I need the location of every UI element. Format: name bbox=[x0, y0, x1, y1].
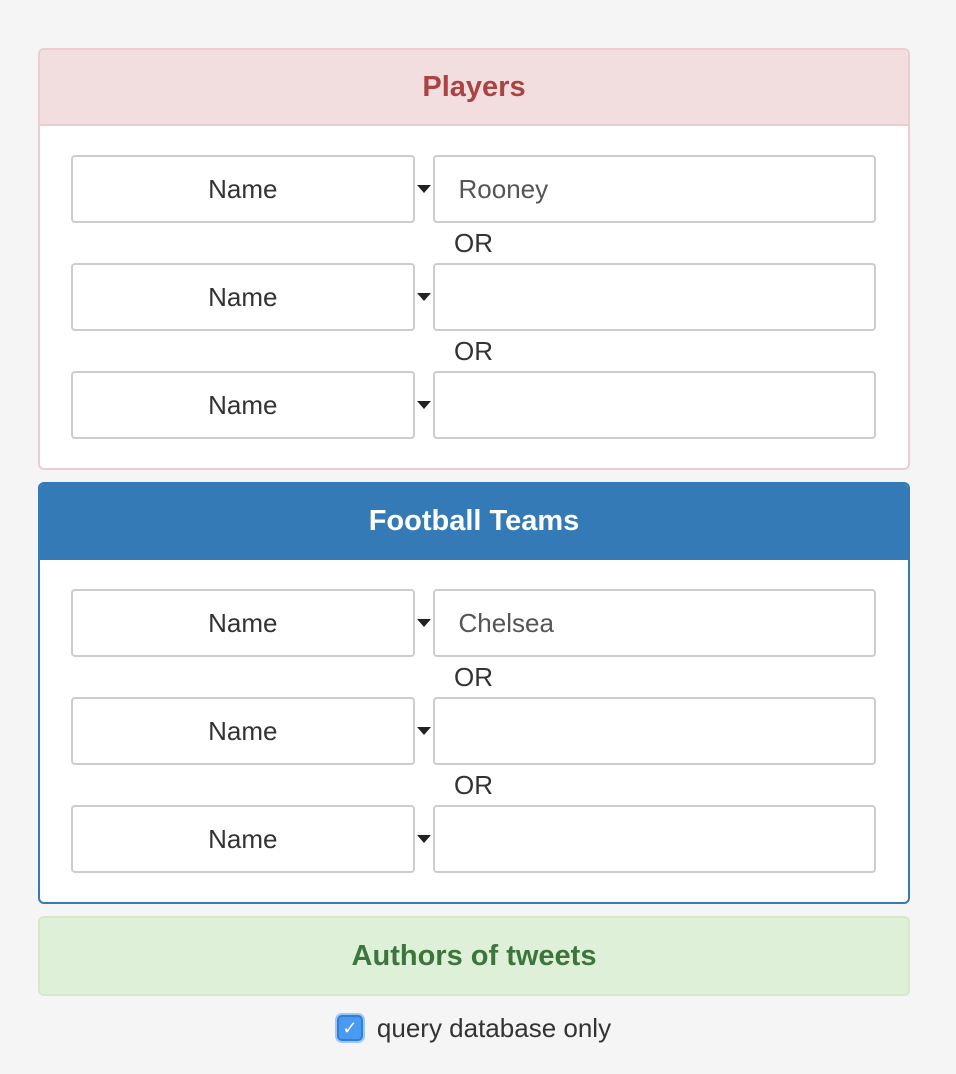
field-select-label: Name bbox=[208, 173, 278, 204]
teams-panel-body: Name OR Name OR Name bbox=[40, 560, 908, 902]
caret-down-icon[interactable] bbox=[415, 805, 433, 873]
authors-panel: Authors of tweets bbox=[38, 916, 910, 996]
query-db-only-label[interactable]: query database only bbox=[377, 1013, 611, 1044]
players-panel: Players Name OR Name OR Name bbox=[38, 48, 910, 470]
players-field-select[interactable]: Name bbox=[71, 263, 415, 331]
teams-field-select[interactable]: Name bbox=[71, 697, 415, 765]
teams-value-input[interactable] bbox=[432, 805, 876, 873]
or-separator: OR bbox=[454, 227, 493, 258]
query-db-only-checkbox[interactable]: ✓ bbox=[336, 1015, 363, 1041]
players-filter-row: Name bbox=[71, 155, 876, 223]
players-field-select[interactable]: Name bbox=[71, 155, 415, 223]
caret-down-icon[interactable] bbox=[415, 263, 433, 331]
players-value-input[interactable] bbox=[432, 371, 876, 439]
query-db-only-option[interactable]: ✓ query database only bbox=[38, 1008, 910, 1048]
players-value-input[interactable] bbox=[432, 155, 876, 223]
teams-value-input[interactable] bbox=[432, 697, 876, 765]
caret-down-icon[interactable] bbox=[415, 589, 433, 657]
field-select-label: Name bbox=[208, 281, 278, 312]
players-value-input[interactable] bbox=[432, 263, 876, 331]
or-separator: OR bbox=[454, 661, 493, 692]
authors-panel-heading[interactable]: Authors of tweets bbox=[40, 918, 908, 994]
players-filter-row: Name bbox=[71, 371, 876, 439]
players-panel-body: Name OR Name OR Name bbox=[40, 126, 908, 468]
field-select-label: Name bbox=[208, 715, 278, 746]
teams-filter-row: Name bbox=[71, 697, 876, 765]
check-icon: ✓ bbox=[342, 1017, 358, 1038]
teams-field-select[interactable]: Name bbox=[71, 805, 415, 873]
players-field-select[interactable]: Name bbox=[71, 371, 415, 439]
query-form: Players Name OR Name OR Name Football Te… bbox=[38, 48, 910, 1048]
teams-value-input[interactable] bbox=[432, 589, 876, 657]
teams-panel-heading[interactable]: Football Teams bbox=[40, 484, 908, 560]
or-separator: OR bbox=[454, 335, 493, 366]
players-panel-heading[interactable]: Players bbox=[40, 50, 908, 126]
caret-down-icon[interactable] bbox=[415, 155, 433, 223]
caret-down-icon[interactable] bbox=[415, 697, 433, 765]
teams-filter-row: Name bbox=[71, 805, 876, 873]
teams-filter-row: Name bbox=[71, 589, 876, 657]
players-filter-row: Name bbox=[71, 263, 876, 331]
field-select-label: Name bbox=[208, 389, 278, 420]
caret-down-icon[interactable] bbox=[415, 371, 433, 439]
teams-field-select[interactable]: Name bbox=[71, 589, 415, 657]
or-separator: OR bbox=[454, 769, 493, 800]
teams-panel: Football Teams Name OR Name OR Name bbox=[38, 482, 910, 904]
field-select-label: Name bbox=[208, 607, 278, 638]
field-select-label: Name bbox=[208, 823, 278, 854]
